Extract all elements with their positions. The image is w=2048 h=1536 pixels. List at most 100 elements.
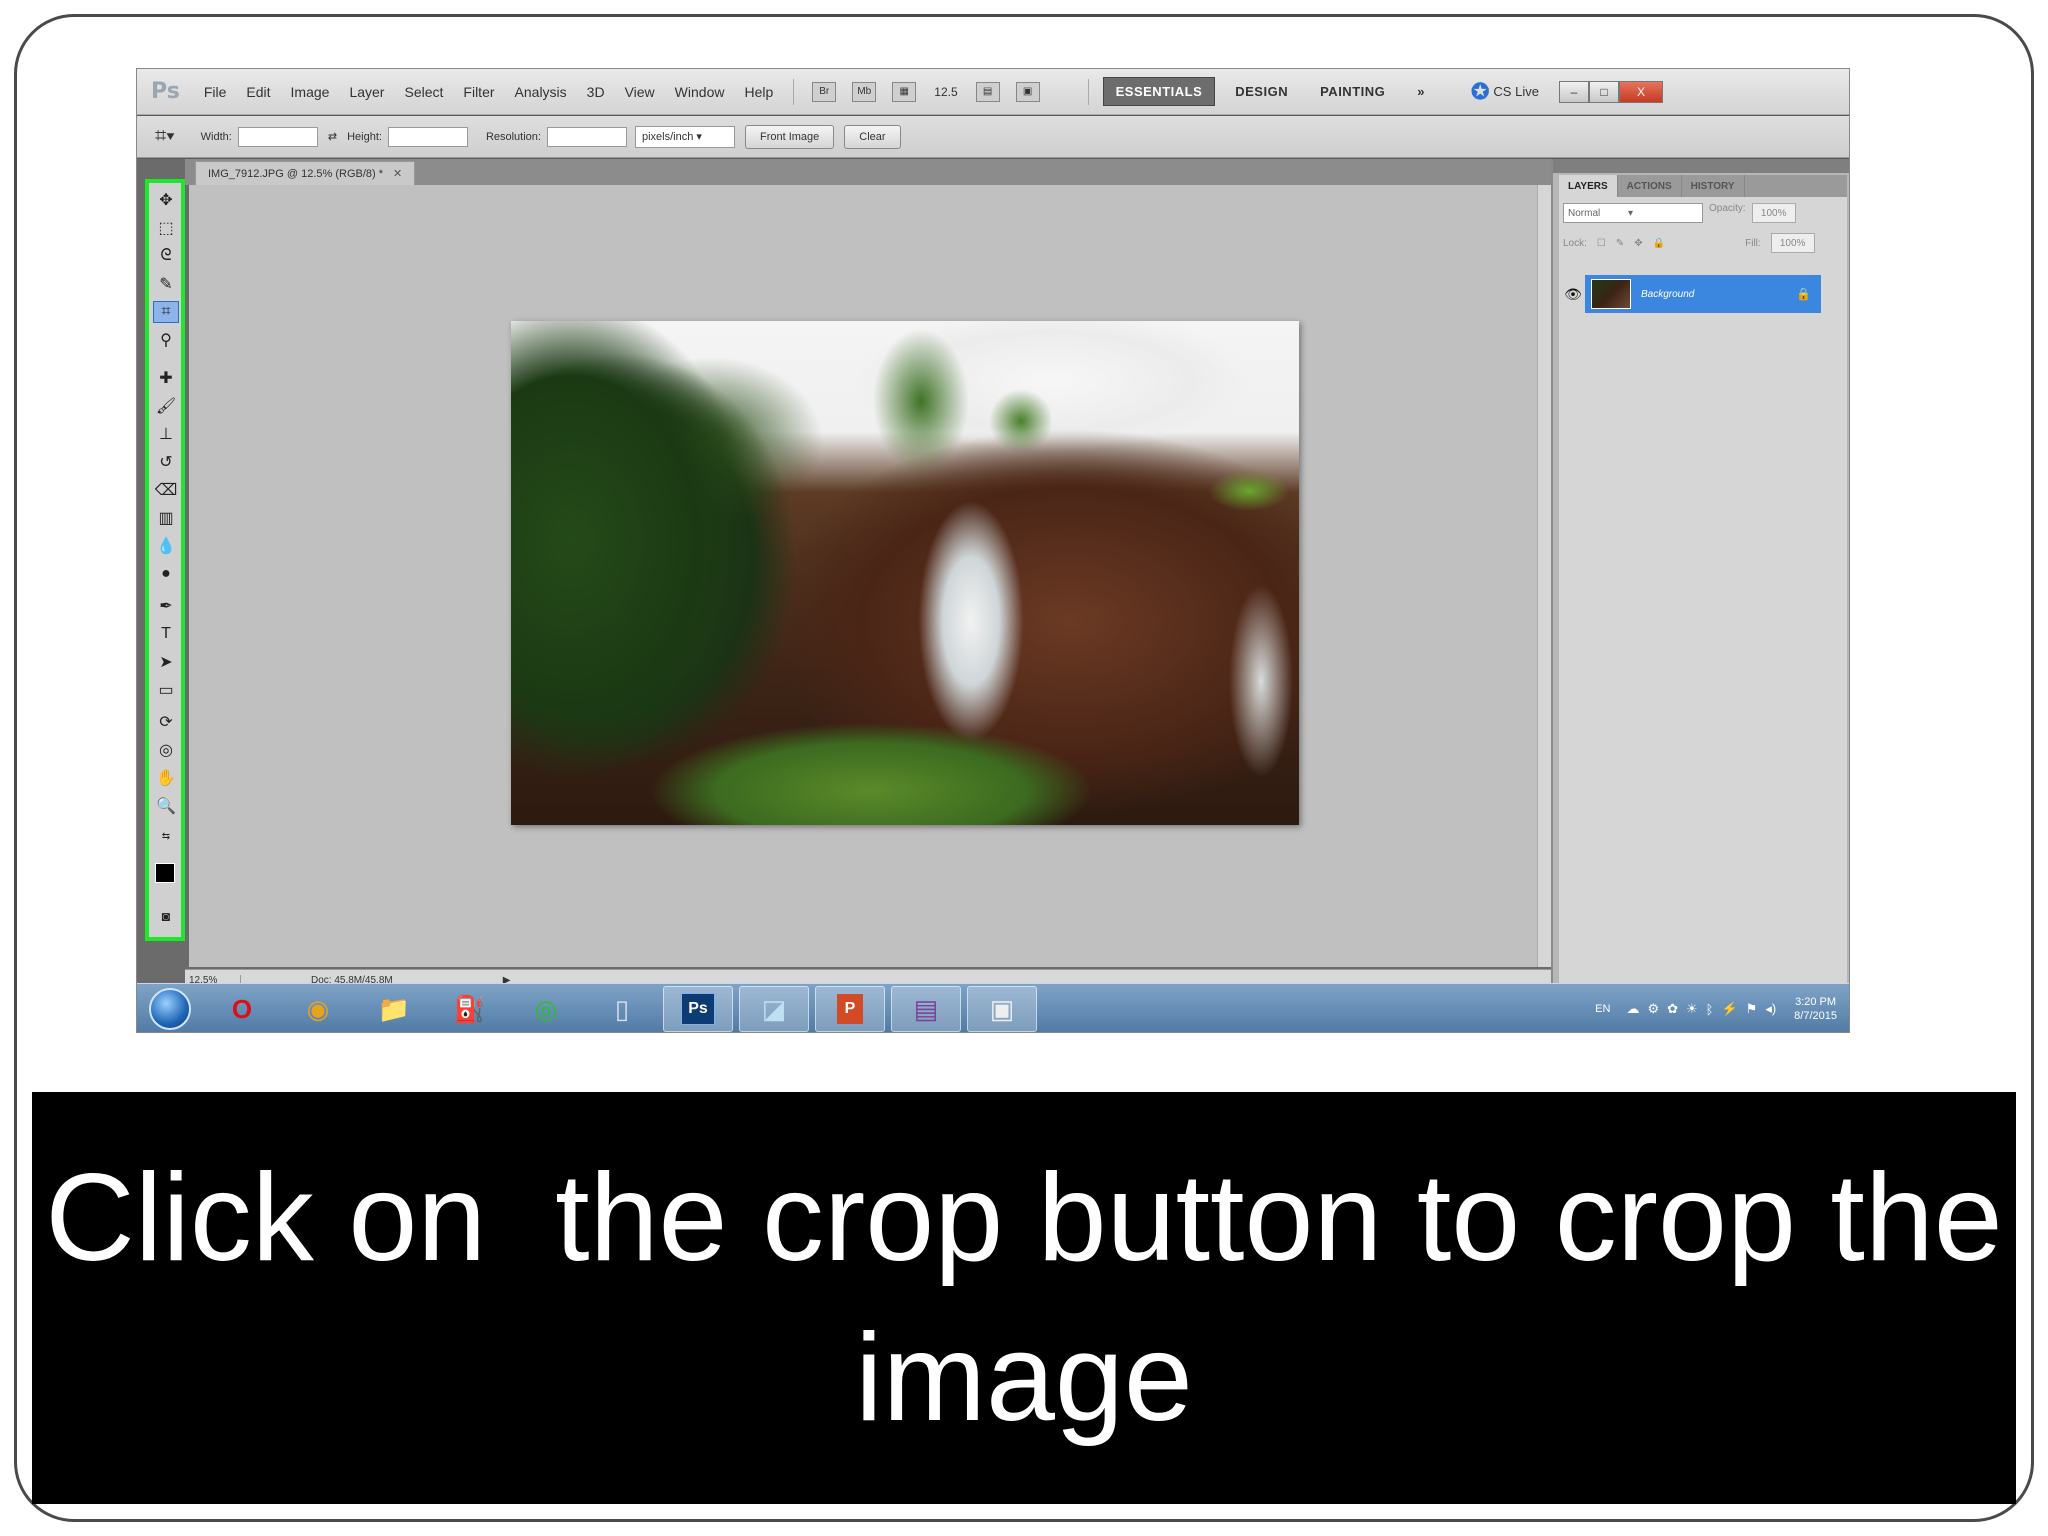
close-button[interactable]: X	[1618, 80, 1663, 103]
blur-tool-icon[interactable]: 💧	[153, 535, 179, 557]
recorder-icon[interactable]: ▣	[967, 986, 1037, 1032]
layer-name[interactable]: Background	[1641, 289, 1694, 300]
workspace-more-icon[interactable]: »	[1405, 78, 1437, 105]
pen-tool-icon[interactable]: ✒	[153, 595, 179, 617]
cs-live-button[interactable]: ✪ CS Live	[1471, 79, 1539, 105]
move-tool-icon[interactable]: ✥	[153, 189, 179, 211]
canvas-area[interactable]	[189, 185, 1551, 967]
tray-icon[interactable]: ☀	[1686, 1001, 1698, 1017]
volume-icon[interactable]: ◂)	[1765, 1001, 1776, 1017]
arrange-documents-icon[interactable]: ▤	[975, 81, 1000, 102]
options-bar: ⌗▾ Width: ⇄ Height: Resolution: pixels/i…	[137, 116, 1849, 158]
shape-tool-icon[interactable]: ▭	[153, 679, 179, 701]
hand-tool-icon[interactable]: ✋	[153, 767, 179, 789]
brush-tool-icon[interactable]: 🖌	[153, 395, 179, 417]
tray-icon[interactable]: ⚙	[1647, 1001, 1659, 1017]
eyedropper-tool-icon[interactable]: ⚲	[153, 329, 179, 351]
menu-analysis[interactable]: Analysis	[505, 84, 577, 100]
foreground-color-swatch[interactable]	[155, 863, 175, 883]
blend-mode-select[interactable]: Normal ▾	[1563, 203, 1703, 223]
3d-rotate-tool-icon[interactable]: ⟳	[153, 711, 179, 733]
network-icon[interactable]: ⛽	[435, 986, 505, 1032]
opacity-field[interactable]: 100%	[1751, 203, 1796, 223]
front-image-button[interactable]: Front Image	[744, 124, 835, 149]
opera-icon[interactable]: O	[207, 986, 277, 1032]
bluetooth-icon[interactable]: ᛒ	[1706, 1002, 1714, 1017]
eraser-tool-icon[interactable]: ⌫	[153, 479, 179, 501]
dodge-tool-icon[interactable]: ●	[153, 563, 179, 585]
menu-window[interactable]: Window	[665, 84, 735, 100]
menu-image[interactable]: Image	[281, 84, 340, 100]
visibility-eye-icon[interactable]: 👁	[1561, 275, 1585, 313]
start-button[interactable]	[149, 988, 191, 1030]
explorer-icon[interactable]: 📁	[359, 986, 429, 1032]
menu-layer[interactable]: Layer	[339, 84, 394, 100]
zoom-dropdown[interactable]: 12.5	[934, 85, 957, 99]
menu-3d[interactable]: 3D	[577, 84, 615, 100]
swap-icon[interactable]: ⇄	[328, 130, 337, 143]
winrar-icon[interactable]: ▤	[891, 986, 961, 1032]
lock-all-icon[interactable]: 🔒	[1653, 238, 1665, 249]
menu-filter[interactable]: Filter	[453, 84, 504, 100]
menu-view[interactable]: View	[615, 84, 665, 100]
usb-icon[interactable]: ▯	[587, 986, 657, 1032]
lasso-tool-icon[interactable]: ᘓ	[153, 245, 179, 267]
screen-mode-icon[interactable]: ▣	[1015, 81, 1040, 102]
layer-row-background[interactable]: 👁 Background 🔒	[1561, 275, 1821, 313]
menu-edit[interactable]: Edit	[236, 84, 280, 100]
chrome-icon[interactable]: ◉	[283, 986, 353, 1032]
document-tab[interactable]: IMG_7912.JPG @ 12.5% (RGB/8) * ✕	[195, 161, 416, 185]
clock[interactable]: 3:20 PM 8/7/2015	[1794, 995, 1837, 1023]
language-indicator[interactable]: EN	[1595, 1003, 1610, 1015]
3d-orbit-tool-icon[interactable]: ◎	[153, 739, 179, 761]
swap-colors-icon[interactable]: ⇆	[153, 825, 179, 847]
tray-icon[interactable]: ☁	[1626, 1001, 1639, 1017]
path-select-tool-icon[interactable]: ➤	[153, 651, 179, 673]
lock-position-icon[interactable]: ✥	[1634, 238, 1642, 249]
tab-layers[interactable]: LAYERS	[1559, 175, 1618, 197]
clear-button[interactable]: Clear	[844, 124, 901, 149]
gradient-tool-icon[interactable]: ▥	[153, 507, 179, 529]
quick-mask-icon[interactable]: ◙	[153, 905, 179, 927]
healing-tool-icon[interactable]: ✚	[153, 367, 179, 389]
crop-tool-preset-icon[interactable]: ⌗▾	[155, 125, 175, 148]
zoom-tool-icon[interactable]: 🔍	[153, 795, 179, 817]
menu-help[interactable]: Help	[734, 84, 783, 100]
vertical-scrollbar[interactable]	[1537, 185, 1551, 967]
fill-field[interactable]: 100%	[1770, 233, 1815, 253]
lock-transparent-icon[interactable]: ☐	[1597, 238, 1606, 249]
workspace-design[interactable]: DESIGN	[1223, 78, 1300, 105]
crop-tool-icon[interactable]: ⌗	[153, 301, 179, 323]
panel-collapse-bar[interactable]	[1553, 159, 1849, 173]
history-brush-tool-icon[interactable]: ↺	[153, 451, 179, 473]
workspace-painting[interactable]: PAINTING	[1308, 78, 1397, 105]
bridge-button[interactable]: Br	[812, 81, 837, 102]
marquee-tool-icon[interactable]: ⬚	[153, 217, 179, 239]
workspace-essentials[interactable]: ESSENTIALS	[1102, 77, 1216, 106]
ruler-icon[interactable]: ◪	[739, 986, 809, 1032]
height-field[interactable]	[387, 126, 468, 147]
clone-stamp-tool-icon[interactable]: ⊥	[153, 423, 179, 445]
quick-select-tool-icon[interactable]: ✎	[153, 273, 179, 295]
media-icon[interactable]: ◎	[511, 986, 581, 1032]
close-tab-icon[interactable]: ✕	[393, 167, 402, 180]
flag-icon[interactable]: ⚑	[1746, 1001, 1758, 1017]
lock-image-icon[interactable]: ✎	[1616, 238, 1624, 249]
minimize-button[interactable]: –	[1558, 80, 1589, 103]
maximize-button[interactable]: □	[1588, 80, 1619, 103]
tray-icon[interactable]: ✿	[1667, 1001, 1678, 1017]
tray-icon[interactable]: ⚡	[1721, 1001, 1737, 1017]
document-image[interactable]	[511, 321, 1299, 825]
powerpoint-icon[interactable]: P	[815, 986, 885, 1032]
tab-actions[interactable]: ACTIONS	[1618, 175, 1682, 197]
type-tool-icon[interactable]: T	[153, 623, 179, 645]
photoshop-taskbar-icon[interactable]: Ps	[663, 986, 733, 1032]
resolution-units-select[interactable]: pixels/inch ▾	[634, 125, 735, 148]
extras-icon[interactable]: ▦	[892, 81, 917, 102]
menu-file[interactable]: File	[194, 84, 237, 100]
mini-bridge-button[interactable]: Mb	[852, 81, 877, 102]
tab-history[interactable]: HISTORY	[1682, 175, 1745, 197]
menu-select[interactable]: Select	[394, 84, 453, 100]
resolution-field[interactable]	[546, 126, 627, 147]
width-field[interactable]	[237, 126, 318, 147]
